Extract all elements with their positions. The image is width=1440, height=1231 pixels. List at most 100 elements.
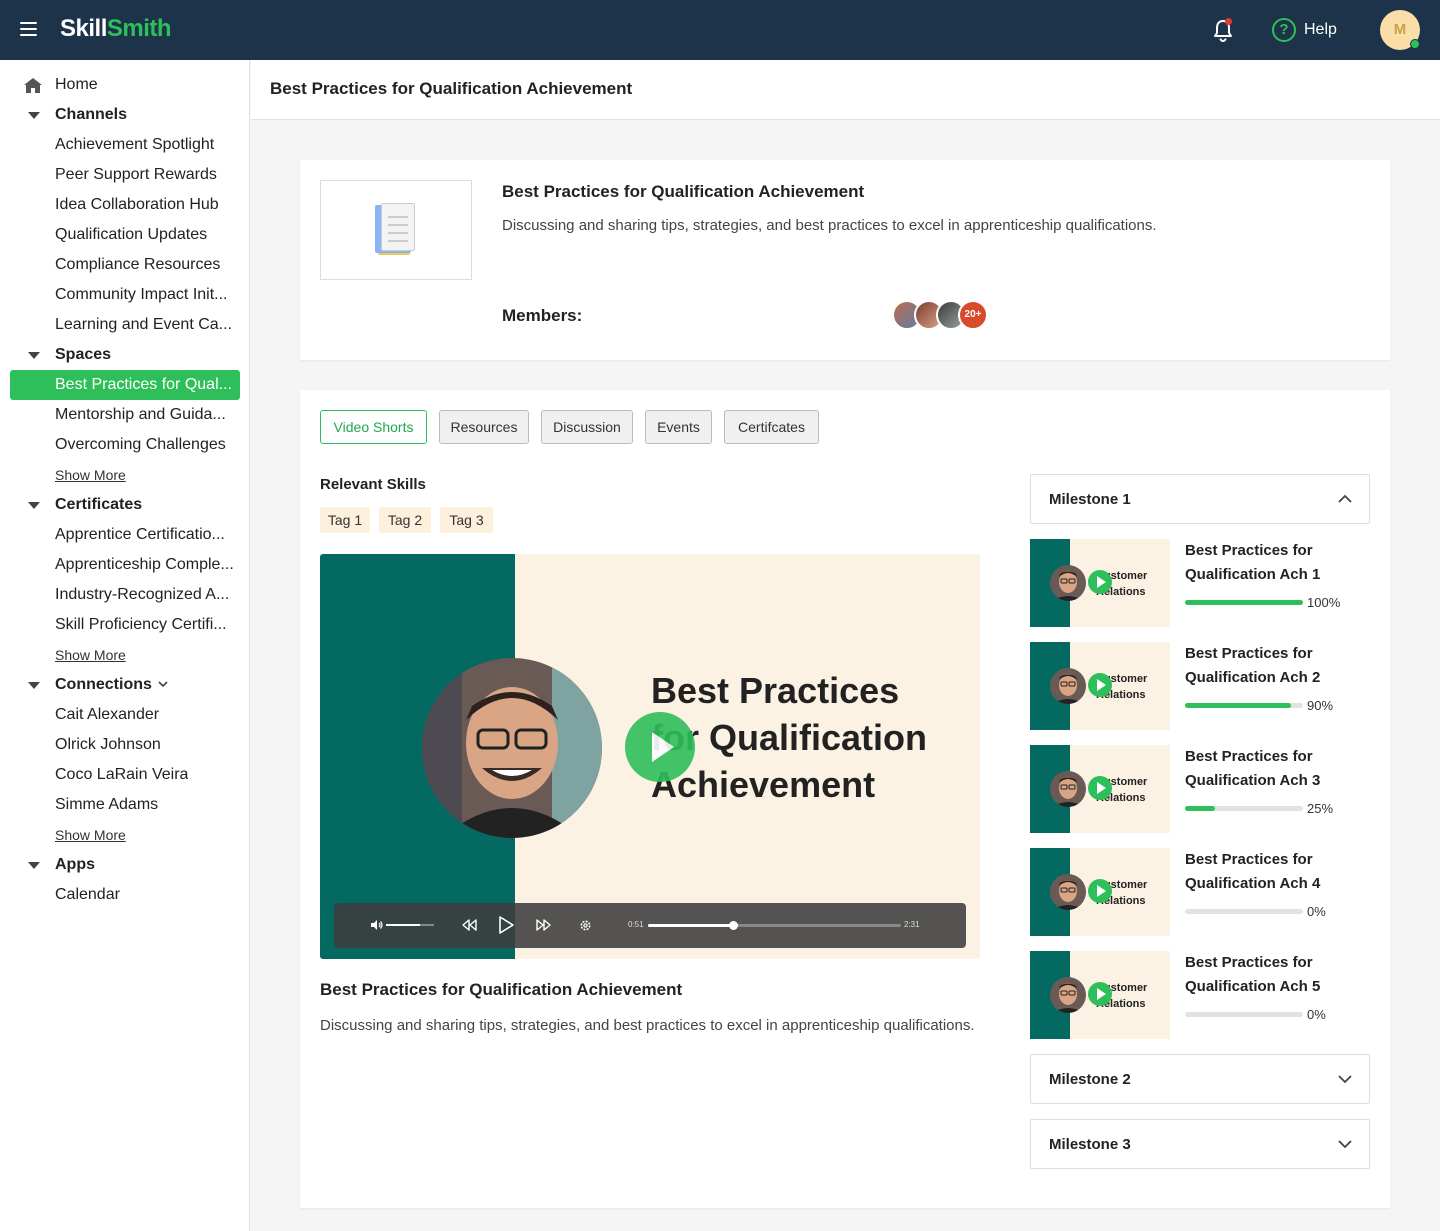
page-title: Best Practices for Qualification Achieve…: [270, 79, 633, 98]
sidebar-item-space-active[interactable]: Best Practices for Qual...: [0, 370, 250, 400]
rewind-icon[interactable]: [461, 919, 477, 931]
lesson-item[interactable]: Customer Relations Best Practices for Qual…: [1030, 539, 1370, 627]
show-more-spaces-link[interactable]: Show More: [55, 467, 126, 483]
seek-handle[interactable]: [729, 921, 739, 930]
sidebar-item-channel[interactable]: Compliance Resources: [0, 250, 250, 280]
lesson-title[interactable]: Best Practices for Qualification Ach 3: [1185, 745, 1365, 793]
volume-icon[interactable]: [370, 919, 384, 931]
lesson-title[interactable]: Best Practices for Qualification Ach 5: [1185, 951, 1365, 999]
lesson-progress-bar: [1185, 703, 1303, 708]
show-more-connections-link[interactable]: Show More: [55, 827, 126, 843]
lesson-thumbnail[interactable]: Customer Relations: [1030, 539, 1170, 627]
lesson-progress-bar: [1185, 600, 1303, 605]
seek-bar[interactable]: [648, 924, 901, 927]
video-description: Discussing and sharing tips, strategies,…: [320, 1017, 975, 1034]
video-player[interactable]: Best Practices for Qualification Achieve…: [320, 554, 980, 959]
milestone-2-header[interactable]: Milestone 2: [1030, 1054, 1370, 1104]
lesson-thumbnail[interactable]: Customer Relations: [1030, 745, 1170, 833]
presenter-portrait: [1050, 977, 1086, 1013]
lesson-progress-percent: 0%: [1307, 904, 1326, 919]
sidebar-item-app[interactable]: Calendar: [0, 880, 250, 910]
milestone-3-header[interactable]: Milestone 3: [1030, 1119, 1370, 1169]
page-header: Best Practices for Qualification Achieve…: [251, 60, 1440, 120]
presenter-portrait: [1050, 565, 1086, 601]
lesson-thumbnail[interactable]: Customer Relations: [1030, 848, 1170, 936]
lesson-item[interactable]: Customer Relations Best Practices for Qual…: [1030, 848, 1370, 936]
lesson-item[interactable]: Customer Relations Best Practices for Qual…: [1030, 745, 1370, 833]
lesson-title[interactable]: Best Practices for Qualification Ach 2: [1185, 642, 1365, 690]
sidebar-item-channel[interactable]: Peer Support Rewards: [0, 160, 250, 190]
volume-slider[interactable]: [386, 924, 434, 926]
lesson-progress-fill: [1185, 703, 1292, 708]
sidebar-item-channel[interactable]: Learning and Event Ca...: [0, 310, 250, 340]
skill-tag[interactable]: Tag 3: [440, 507, 493, 533]
space-thumbnail: [320, 180, 472, 280]
sidebar-item-certificate[interactable]: Industry-Recognized A...: [0, 580, 250, 610]
skill-tag[interactable]: Tag 2: [379, 507, 431, 533]
tab-events[interactable]: Events: [645, 410, 712, 444]
chevron-down-icon[interactable]: [158, 679, 168, 689]
help-icon[interactable]: ?: [1272, 18, 1296, 42]
play-icon[interactable]: [1088, 776, 1112, 800]
milestone-1-header[interactable]: Milestone 1: [1030, 474, 1370, 524]
sidebar-item-certificate[interactable]: Apprentice Certificatio...: [0, 520, 250, 550]
settings-gear-icon[interactable]: [579, 919, 592, 932]
play-icon[interactable]: [1088, 982, 1112, 1006]
sidebar-item-connection[interactable]: Olrick Johnson: [0, 730, 250, 760]
lesson-thumbnail[interactable]: Customer Relations: [1030, 642, 1170, 730]
sidebar-item-channel[interactable]: Idea Collaboration Hub: [0, 190, 250, 220]
collapse-triangle-icon: [28, 352, 40, 359]
lesson-title[interactable]: Best Practices for Qualification Ach 1: [1185, 539, 1365, 587]
tab-certificates[interactable]: Certifcates: [724, 410, 819, 444]
lesson-item[interactable]: Customer Relations Best Practices for Qual…: [1030, 642, 1370, 730]
sidebar-section-channels[interactable]: Channels: [0, 100, 250, 130]
lesson-progress-percent: 0%: [1307, 1007, 1326, 1022]
lesson-progress-bar: [1185, 806, 1303, 811]
sidebar-item-connection[interactable]: Coco LaRain Veira: [0, 760, 250, 790]
show-more-certificates-link[interactable]: Show More: [55, 647, 126, 663]
collapse-triangle-icon: [28, 862, 40, 869]
fast-forward-icon[interactable]: [536, 919, 552, 931]
tab-discussion[interactable]: Discussion: [541, 410, 633, 444]
members-label: Members:: [502, 306, 583, 325]
sidebar-item-certificate[interactable]: Skill Proficiency Certifi...: [0, 610, 250, 640]
relevant-skills-label: Relevant Skills: [320, 476, 426, 493]
space-info-card: Best Practices for Qualification Achieve…: [300, 160, 1390, 360]
help-link[interactable]: Help: [1304, 21, 1337, 39]
sidebar-section-connections[interactable]: Connections: [0, 670, 250, 700]
sidebar-section-certificates[interactable]: Certificates: [0, 490, 250, 520]
play-icon[interactable]: [1088, 570, 1112, 594]
play-overlay-button[interactable]: [625, 712, 695, 782]
sidebar-item-channel[interactable]: Community Impact Init...: [0, 280, 250, 310]
presenter-portrait: [422, 658, 602, 838]
video-overlay-title-line: Best Practices: [651, 670, 900, 711]
play-icon[interactable]: [498, 916, 514, 934]
sidebar-item-channel[interactable]: Achievement Spotlight: [0, 130, 250, 160]
space-title: Best Practices for Qualification Achieve…: [502, 182, 865, 201]
sidebar-item-space[interactable]: Mentorship and Guida...: [0, 400, 250, 430]
collapse-triangle-icon: [28, 682, 40, 689]
sidebar-item-space[interactable]: Overcoming Challenges: [0, 430, 250, 460]
sidebar-section-apps[interactable]: Apps: [0, 850, 250, 880]
chevron-down-icon: [1338, 1140, 1352, 1149]
milestone-label: Milestone 3: [1049, 1136, 1131, 1153]
lesson-title[interactable]: Best Practices for Qualification Ach 4: [1185, 848, 1365, 896]
menu-icon[interactable]: [20, 22, 37, 36]
members-more-badge[interactable]: 20+: [958, 300, 988, 330]
sidebar-item-connection[interactable]: Simme Adams: [0, 790, 250, 820]
skill-tag[interactable]: Tag 1: [320, 507, 370, 533]
sidebar-item-certificate[interactable]: Apprenticeship Comple...: [0, 550, 250, 580]
play-icon[interactable]: [1088, 879, 1112, 903]
document-icon-page: [381, 203, 415, 251]
tab-resources[interactable]: Resources: [439, 410, 529, 444]
sidebar-item-connection[interactable]: Cait Alexander: [0, 700, 250, 730]
sidebar-item-channel[interactable]: Qualification Updates: [0, 220, 250, 250]
sidebar-item-home[interactable]: Home: [0, 70, 250, 100]
presenter-portrait: [1050, 668, 1086, 704]
tab-video-shorts[interactable]: Video Shorts: [320, 410, 427, 444]
lesson-item[interactable]: Customer Relations Best Practices for Qual…: [1030, 951, 1370, 1039]
lesson-thumbnail[interactable]: Customer Relations: [1030, 951, 1170, 1039]
play-icon[interactable]: [1088, 673, 1112, 697]
logo[interactable]: SkillSmith: [60, 15, 172, 43]
sidebar-section-spaces[interactable]: Spaces: [0, 340, 250, 370]
